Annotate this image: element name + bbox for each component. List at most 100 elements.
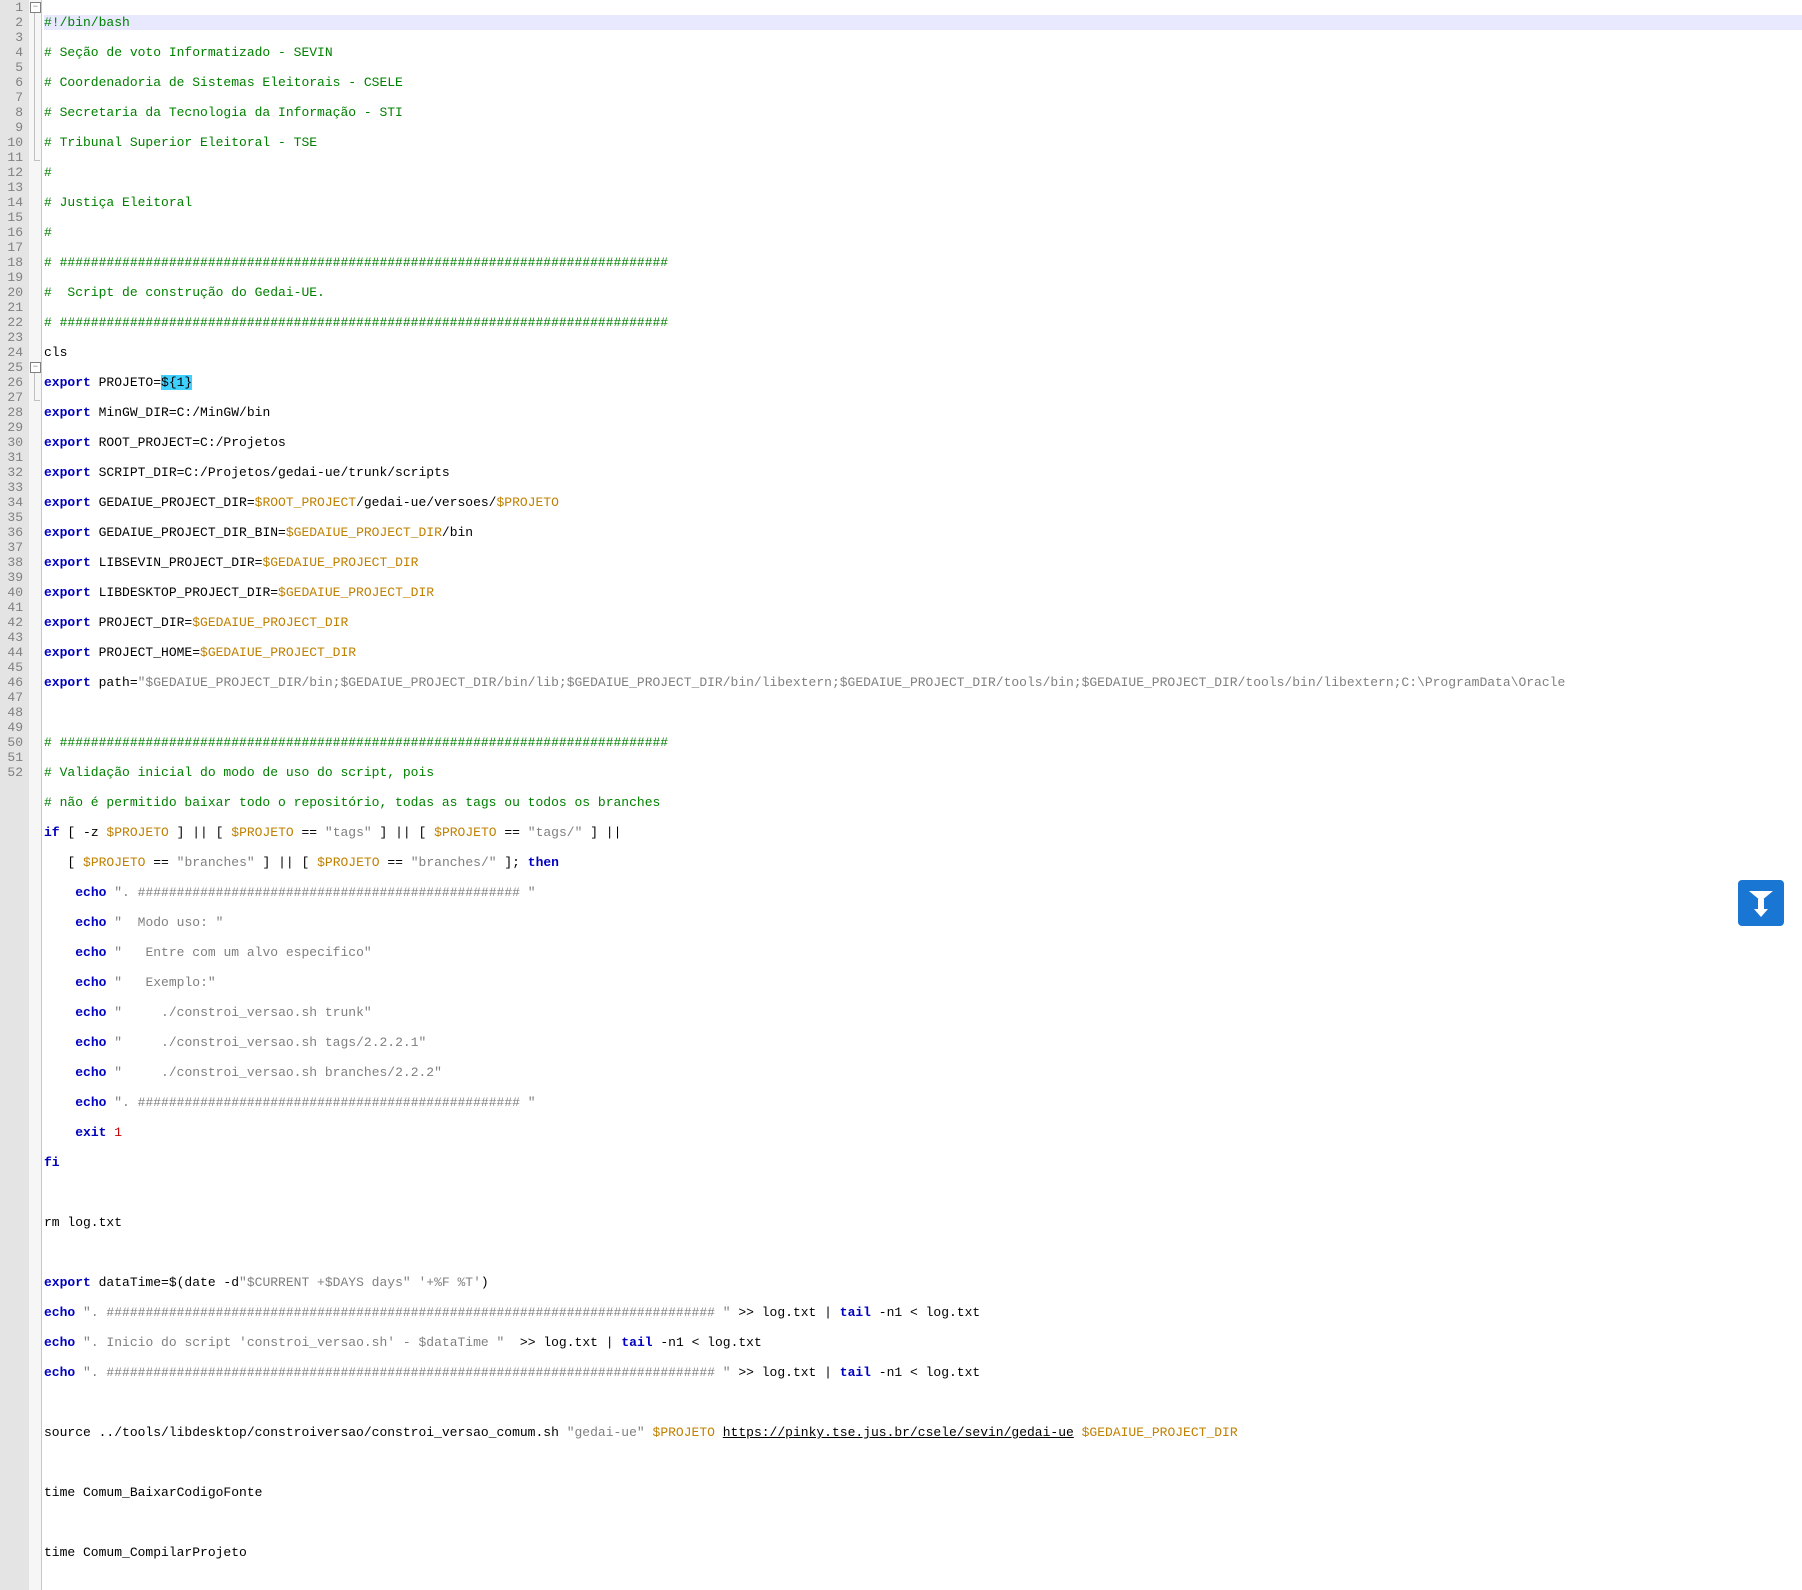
comment: # Seção de voto Informatizado - SEVIN bbox=[44, 45, 333, 60]
variable: $GEDAIUE_PROJECT_DIR bbox=[286, 525, 442, 540]
code-text: time Comum_BaixarCodigoFonte bbox=[44, 1485, 262, 1500]
app-badge-icon[interactable] bbox=[1738, 880, 1784, 926]
code-text: ]; bbox=[497, 855, 528, 870]
variable: $PROJETO bbox=[106, 825, 168, 840]
indent bbox=[44, 1005, 75, 1020]
code-line: rm log.txt bbox=[44, 1215, 1802, 1230]
line-number: 39 bbox=[3, 570, 23, 585]
comment: # ######################################… bbox=[44, 735, 668, 750]
keyword-echo: echo bbox=[75, 1065, 106, 1080]
comment: # Coordenadoria de Sistemas Eleitorais -… bbox=[44, 75, 403, 90]
code-text: == bbox=[497, 825, 528, 840]
line-number: 42 bbox=[3, 615, 23, 630]
code-line: echo " ./constroi_versao.sh branches/2.2… bbox=[44, 1065, 1802, 1080]
code-line: export GEDAIUE_PROJECT_DIR_BIN=$GEDAIUE_… bbox=[44, 525, 1802, 540]
keyword-then: then bbox=[528, 855, 559, 870]
variable: $PROJETO bbox=[434, 825, 496, 840]
line-number: 28 bbox=[3, 405, 23, 420]
keyword-export: export bbox=[44, 555, 91, 570]
code-line bbox=[44, 1455, 1802, 1470]
string: " Exemplo:" bbox=[114, 975, 215, 990]
keyword-echo: echo bbox=[75, 1095, 106, 1110]
code-text: LIBSEVIN_PROJECT_DIR= bbox=[91, 555, 263, 570]
code-text bbox=[106, 1065, 114, 1080]
shebang: #!/bin/bash bbox=[44, 15, 130, 30]
code-line: export GEDAIUE_PROJECT_DIR=$ROOT_PROJECT… bbox=[44, 495, 1802, 510]
line-number: 3 bbox=[3, 30, 23, 45]
indent bbox=[44, 1125, 75, 1140]
code-text bbox=[106, 1035, 114, 1050]
line-number: 9 bbox=[3, 120, 23, 135]
line-number: 33 bbox=[3, 480, 23, 495]
code-line: # Tribunal Superior Eleitoral - TSE bbox=[44, 135, 1802, 150]
string: "branches" bbox=[177, 855, 255, 870]
code-line: # Secretaria da Tecnologia da Informação… bbox=[44, 105, 1802, 120]
indent bbox=[44, 975, 75, 990]
line-number: 47 bbox=[3, 690, 23, 705]
code-line: # Justiça Eleitoral bbox=[44, 195, 1802, 210]
keyword-export: export bbox=[44, 405, 91, 420]
indent bbox=[44, 1095, 75, 1110]
keyword-echo: echo bbox=[75, 1005, 106, 1020]
code-text: SCRIPT_DIR=C:/Projetos/gedai-ue/trunk/sc… bbox=[91, 465, 450, 480]
string: "gedai-ue" bbox=[567, 1425, 645, 1440]
fold-toggle-icon[interactable]: − bbox=[30, 2, 41, 13]
code-text bbox=[106, 975, 114, 990]
line-number: 11 bbox=[3, 150, 23, 165]
line-number: 30 bbox=[3, 435, 23, 450]
line-number: 50 bbox=[3, 735, 23, 750]
variable: $PROJETO bbox=[231, 825, 293, 840]
code-line: # bbox=[44, 165, 1802, 180]
code-line bbox=[44, 1395, 1802, 1410]
code-line: echo " Modo uso: " bbox=[44, 915, 1802, 930]
code-line: #!/bin/bash bbox=[44, 15, 1802, 30]
number: 1 bbox=[106, 1125, 122, 1140]
code-line: [ $PROJETO == "branches" ] || [ $PROJETO… bbox=[44, 855, 1802, 870]
code-text: cls bbox=[44, 345, 67, 360]
line-number: 16 bbox=[3, 225, 23, 240]
indent bbox=[44, 915, 75, 930]
line-number: 14 bbox=[3, 195, 23, 210]
fold-guide bbox=[34, 373, 35, 400]
line-number: 38 bbox=[3, 555, 23, 570]
code-area[interactable]: #!/bin/bash # Seção de voto Informatizad… bbox=[42, 0, 1802, 1590]
code-line: export SCRIPT_DIR=C:/Projetos/gedai-ue/t… bbox=[44, 465, 1802, 480]
code-line: # Seção de voto Informatizado - SEVIN bbox=[44, 45, 1802, 60]
line-number: 18 bbox=[3, 255, 23, 270]
code-text bbox=[75, 1305, 83, 1320]
code-text bbox=[106, 945, 114, 960]
line-number: 8 bbox=[3, 105, 23, 120]
code-line: exit 1 bbox=[44, 1125, 1802, 1140]
comment: # Tribunal Superior Eleitoral - TSE bbox=[44, 135, 317, 150]
line-number: 40 bbox=[3, 585, 23, 600]
string: " Modo uso: " bbox=[114, 915, 223, 930]
variable: $PROJETO bbox=[83, 855, 145, 870]
code-text bbox=[75, 1335, 83, 1350]
code-line: echo ". ################################… bbox=[44, 1305, 1802, 1320]
code-line: export LIBSEVIN_PROJECT_DIR=$GEDAIUE_PRO… bbox=[44, 555, 1802, 570]
comment: # Validação inicial do modo de uso do sc… bbox=[44, 765, 434, 780]
code-text bbox=[715, 1425, 723, 1440]
code-line: echo ". Inicio do script 'constroi_versa… bbox=[44, 1335, 1802, 1350]
code-text: ) bbox=[481, 1275, 489, 1290]
comment: # Justiça Eleitoral bbox=[44, 195, 192, 210]
code-text: rm log.txt bbox=[44, 1215, 122, 1230]
url-link[interactable]: https://pinky.tse.jus.br/csele/sevin/ged… bbox=[723, 1425, 1074, 1440]
code-text: /bin bbox=[442, 525, 473, 540]
string: "$CURRENT +$DAYS days" '+%F %T' bbox=[239, 1275, 481, 1290]
line-number-gutter: 1 2 3 4 5 6 7 8 9 10 11 12 13 14 15 16 1… bbox=[0, 0, 29, 1590]
keyword-echo: echo bbox=[75, 975, 106, 990]
line-number: 26 bbox=[3, 375, 23, 390]
string: " Entre com um alvo especifico" bbox=[114, 945, 371, 960]
string: ". #####################################… bbox=[83, 1365, 731, 1380]
keyword-fi: fi bbox=[44, 1155, 60, 1170]
line-number: 43 bbox=[3, 630, 23, 645]
fold-toggle-icon[interactable]: − bbox=[30, 362, 41, 373]
code-editor: 1 2 3 4 5 6 7 8 9 10 11 12 13 14 15 16 1… bbox=[0, 0, 1802, 1590]
line-number: 48 bbox=[3, 705, 23, 720]
code-text: ] || [ bbox=[255, 855, 317, 870]
code-line: cls bbox=[44, 345, 1802, 360]
line-number: 52 bbox=[3, 765, 23, 780]
comment: # Script de construção do Gedai-UE. bbox=[44, 285, 325, 300]
code-text bbox=[1074, 1425, 1082, 1440]
